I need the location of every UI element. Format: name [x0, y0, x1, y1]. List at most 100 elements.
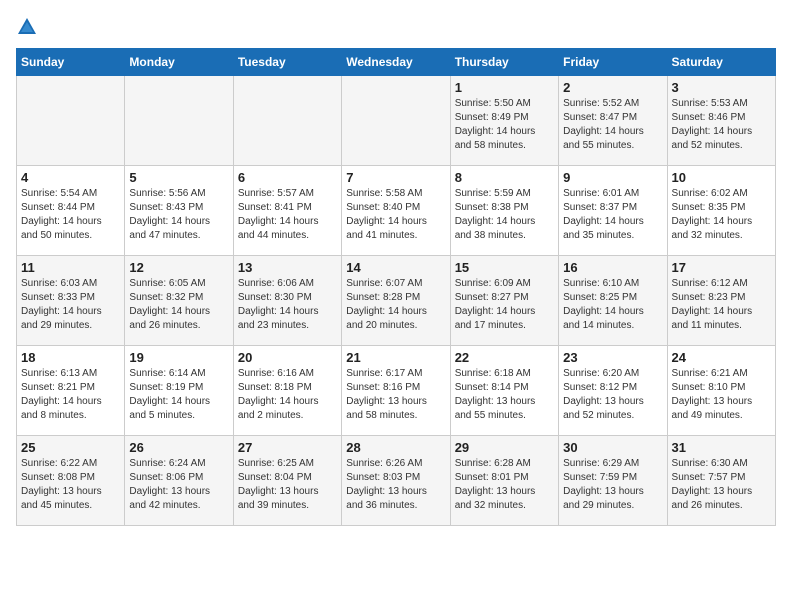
day-info: Sunrise: 5:58 AM Sunset: 8:40 PM Dayligh… [346, 187, 445, 243]
day-number: 8 [455, 170, 554, 185]
day-info: Sunrise: 6:25 AM Sunset: 8:04 PM Dayligh… [238, 457, 337, 513]
calendar-table: SundayMondayTuesdayWednesdayThursdayFrid… [16, 48, 776, 526]
weekday-header-saturday: Saturday [667, 49, 775, 76]
day-info: Sunrise: 6:30 AM Sunset: 7:57 PM Dayligh… [672, 457, 771, 513]
calendar-cell: 1Sunrise: 5:50 AM Sunset: 8:49 PM Daylig… [450, 76, 558, 166]
day-number: 21 [346, 350, 445, 365]
day-info: Sunrise: 6:16 AM Sunset: 8:18 PM Dayligh… [238, 367, 337, 423]
day-number: 7 [346, 170, 445, 185]
day-number: 29 [455, 440, 554, 455]
calendar-cell: 19 Sunrise: 6:14 AM Sunset: 8:19 PM Dayli… [125, 346, 233, 436]
day-number: 10 [672, 170, 771, 185]
day-info: Sunrise: 6:02 AM Sunset: 8:35 PM Dayligh… [672, 187, 771, 243]
calendar-cell: 8 Sunrise: 5:59 AM Sunset: 8:38 PM Daylig… [450, 166, 558, 256]
calendar-cell: 31 Sunrise: 6:30 AM Sunset: 7:57 PM Dayli… [667, 436, 775, 526]
day-number: 5 [129, 170, 228, 185]
day-number: 25 [21, 440, 120, 455]
day-info: Sunrise: 5:52 AM Sunset: 8:47 PM Dayligh… [563, 97, 662, 153]
weekday-header-thursday: Thursday [450, 49, 558, 76]
calendar-cell: 13 Sunrise: 6:06 AM Sunset: 8:30 PM Dayli… [233, 256, 341, 346]
calendar-cell: 9 Sunrise: 6:01 AM Sunset: 8:37 PM Daylig… [559, 166, 667, 256]
day-number: 14 [346, 260, 445, 275]
day-number: 3 [672, 80, 771, 95]
day-number: 16 [563, 260, 662, 275]
calendar-cell: 16 Sunrise: 6:10 AM Sunset: 8:25 PM Dayli… [559, 256, 667, 346]
day-number: 9 [563, 170, 662, 185]
day-number: 12 [129, 260, 228, 275]
day-number: 22 [455, 350, 554, 365]
day-number: 27 [238, 440, 337, 455]
calendar-body: 1Sunrise: 5:50 AM Sunset: 8:49 PM Daylig… [17, 76, 776, 526]
weekday-header-row: SundayMondayTuesdayWednesdayThursdayFrid… [17, 49, 776, 76]
day-number: 17 [672, 260, 771, 275]
day-number: 4 [21, 170, 120, 185]
day-info: Sunrise: 6:13 AM Sunset: 8:21 PM Dayligh… [21, 367, 120, 423]
calendar-cell: 4Sunrise: 5:54 AM Sunset: 8:44 PM Daylig… [17, 166, 125, 256]
weekday-header-wednesday: Wednesday [342, 49, 450, 76]
day-info: Sunrise: 6:24 AM Sunset: 8:06 PM Dayligh… [129, 457, 228, 513]
day-info: Sunrise: 6:29 AM Sunset: 7:59 PM Dayligh… [563, 457, 662, 513]
day-info: Sunrise: 6:20 AM Sunset: 8:12 PM Dayligh… [563, 367, 662, 423]
calendar-week-1: 1Sunrise: 5:50 AM Sunset: 8:49 PM Daylig… [17, 76, 776, 166]
weekday-header-tuesday: Tuesday [233, 49, 341, 76]
calendar-cell: 24 Sunrise: 6:21 AM Sunset: 8:10 PM Dayli… [667, 346, 775, 436]
calendar-cell: 11 Sunrise: 6:03 AM Sunset: 8:33 PM Dayli… [17, 256, 125, 346]
day-number: 18 [21, 350, 120, 365]
calendar-cell: 2 Sunrise: 5:52 AM Sunset: 8:47 PM Daylig… [559, 76, 667, 166]
calendar-cell [17, 76, 125, 166]
day-info: Sunrise: 6:26 AM Sunset: 8:03 PM Dayligh… [346, 457, 445, 513]
calendar-cell [233, 76, 341, 166]
calendar-week-5: 25 Sunrise: 6:22 AM Sunset: 8:08 PM Dayli… [17, 436, 776, 526]
page-header [16, 16, 776, 38]
day-info: Sunrise: 6:18 AM Sunset: 8:14 PM Dayligh… [455, 367, 554, 423]
calendar-cell: 26Sunrise: 6:24 AM Sunset: 8:06 PM Dayli… [125, 436, 233, 526]
day-number: 11 [21, 260, 120, 275]
logo-icon [16, 16, 38, 38]
day-number: 30 [563, 440, 662, 455]
day-info: Sunrise: 6:12 AM Sunset: 8:23 PM Dayligh… [672, 277, 771, 333]
calendar-week-3: 11 Sunrise: 6:03 AM Sunset: 8:33 PM Dayli… [17, 256, 776, 346]
calendar-week-2: 4Sunrise: 5:54 AM Sunset: 8:44 PM Daylig… [17, 166, 776, 256]
calendar-cell: 21 Sunrise: 6:17 AM Sunset: 8:16 PM Dayli… [342, 346, 450, 436]
day-number: 24 [672, 350, 771, 365]
calendar-cell [342, 76, 450, 166]
day-info: Sunrise: 6:17 AM Sunset: 8:16 PM Dayligh… [346, 367, 445, 423]
day-info: Sunrise: 6:22 AM Sunset: 8:08 PM Dayligh… [21, 457, 120, 513]
day-number: 13 [238, 260, 337, 275]
calendar-cell: 10 Sunrise: 6:02 AM Sunset: 8:35 PM Dayli… [667, 166, 775, 256]
day-info: Sunrise: 6:07 AM Sunset: 8:28 PM Dayligh… [346, 277, 445, 333]
calendar-header: SundayMondayTuesdayWednesdayThursdayFrid… [17, 49, 776, 76]
calendar-cell: 7 Sunrise: 5:58 AM Sunset: 8:40 PM Daylig… [342, 166, 450, 256]
calendar-week-4: 18 Sunrise: 6:13 AM Sunset: 8:21 PM Dayli… [17, 346, 776, 436]
day-info: Sunrise: 6:03 AM Sunset: 8:33 PM Dayligh… [21, 277, 120, 333]
day-info: Sunrise: 5:53 AM Sunset: 8:46 PM Dayligh… [672, 97, 771, 153]
day-number: 23 [563, 350, 662, 365]
day-info: Sunrise: 6:06 AM Sunset: 8:30 PM Dayligh… [238, 277, 337, 333]
day-number: 1 [455, 80, 554, 95]
calendar-cell: 5Sunrise: 5:56 AM Sunset: 8:43 PM Daylig… [125, 166, 233, 256]
weekday-header-sunday: Sunday [17, 49, 125, 76]
day-number: 31 [672, 440, 771, 455]
day-info: Sunrise: 6:05 AM Sunset: 8:32 PM Dayligh… [129, 277, 228, 333]
calendar-cell: 20 Sunrise: 6:16 AM Sunset: 8:18 PM Dayli… [233, 346, 341, 436]
calendar-cell: 25 Sunrise: 6:22 AM Sunset: 8:08 PM Dayli… [17, 436, 125, 526]
calendar-cell: 3 Sunrise: 5:53 AM Sunset: 8:46 PM Daylig… [667, 76, 775, 166]
day-info: Sunrise: 6:21 AM Sunset: 8:10 PM Dayligh… [672, 367, 771, 423]
day-info: Sunrise: 6:10 AM Sunset: 8:25 PM Dayligh… [563, 277, 662, 333]
day-info: Sunrise: 5:59 AM Sunset: 8:38 PM Dayligh… [455, 187, 554, 243]
calendar-cell: 14 Sunrise: 6:07 AM Sunset: 8:28 PM Dayli… [342, 256, 450, 346]
day-number: 6 [238, 170, 337, 185]
day-number: 28 [346, 440, 445, 455]
day-info: Sunrise: 6:01 AM Sunset: 8:37 PM Dayligh… [563, 187, 662, 243]
day-number: 15 [455, 260, 554, 275]
calendar-cell: 18 Sunrise: 6:13 AM Sunset: 8:21 PM Dayli… [17, 346, 125, 436]
day-number: 19 [129, 350, 228, 365]
day-number: 20 [238, 350, 337, 365]
day-info: Sunrise: 6:14 AM Sunset: 8:19 PM Dayligh… [129, 367, 228, 423]
calendar-cell: 22 Sunrise: 6:18 AM Sunset: 8:14 PM Dayli… [450, 346, 558, 436]
day-info: Sunrise: 6:28 AM Sunset: 8:01 PM Dayligh… [455, 457, 554, 513]
calendar-cell: 28 Sunrise: 6:26 AM Sunset: 8:03 PM Dayli… [342, 436, 450, 526]
calendar-cell [125, 76, 233, 166]
logo [16, 16, 42, 38]
day-number: 2 [563, 80, 662, 95]
